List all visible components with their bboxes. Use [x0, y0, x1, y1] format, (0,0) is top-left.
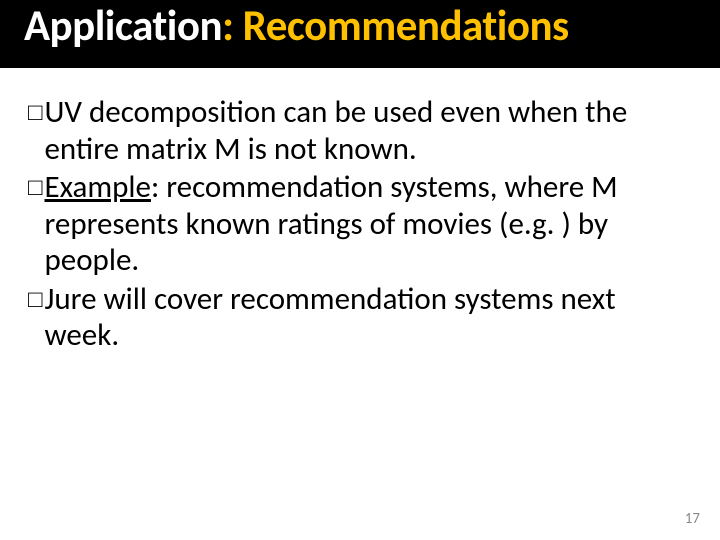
bullet-item: □ Example: recommendation systems, where…: [28, 169, 692, 279]
square-bullet-icon: □: [28, 176, 43, 200]
bullet-lead: Jure: [45, 280, 97, 318]
bullet-lead: UV: [45, 93, 82, 131]
slide-title: Application: Recommendations: [24, 2, 569, 49]
square-bullet-icon: □: [28, 101, 43, 125]
bullet-lead: Example: [45, 168, 151, 206]
bullet-text: Example: recommendation systems, where M…: [45, 169, 693, 279]
bullet-text: Jure will cover recommendation systems n…: [45, 281, 693, 354]
slide-content: □ UV decomposition can be used even when…: [0, 68, 720, 354]
bullet-rest: will cover recommendation systems next w…: [45, 280, 616, 355]
bullet-item: □ UV decomposition can be used even when…: [28, 94, 692, 167]
title-segment-1: Application: [24, 0, 222, 52]
bullet-text: UV decomposition can be used even when t…: [45, 94, 693, 167]
page-number: 17: [685, 510, 700, 528]
title-bar: Application: Recommendations: [0, 0, 720, 68]
square-bullet-icon: □: [28, 288, 43, 312]
title-segment-2: : Recommendations: [222, 0, 569, 52]
bullet-item: □ Jure will cover recommendation systems…: [28, 281, 692, 354]
bullet-rest: decomposition can be used even when the …: [45, 93, 628, 168]
